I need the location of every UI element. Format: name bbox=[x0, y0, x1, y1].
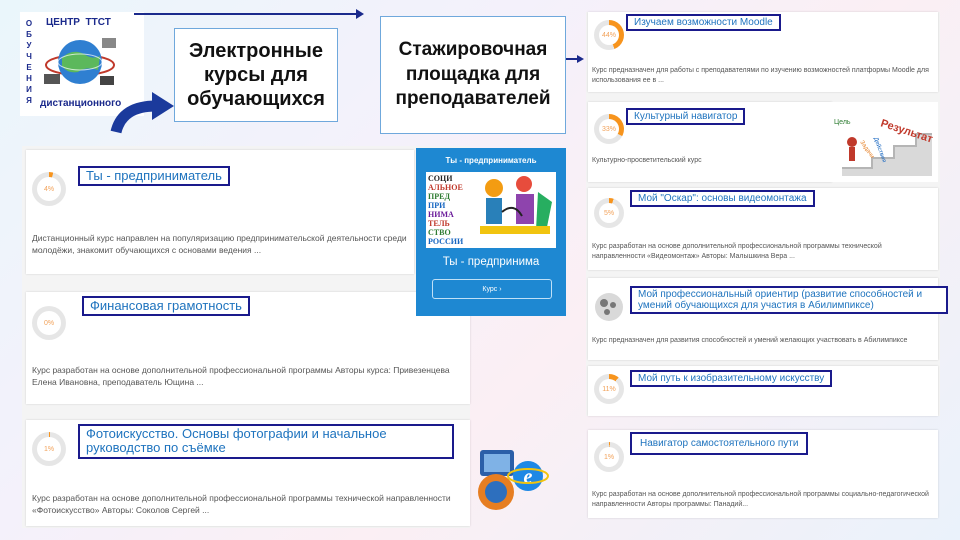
arrow-right-icon bbox=[134, 9, 364, 19]
course-description: Курс разработан на основе дополнительной… bbox=[32, 493, 451, 516]
children-drawing-icon bbox=[480, 176, 552, 234]
course-title-link[interactable]: Мой путь к изобразительному искусству bbox=[630, 370, 833, 387]
course-title-link[interactable]: Мой "Оскар": основы видеомонтажа bbox=[630, 190, 815, 207]
course-card[interactable]: 44% Изучаем возможности Moodle Курс пред… bbox=[588, 12, 938, 92]
heading-teachers: Стажировочная площадка для преподавателе… bbox=[380, 16, 566, 134]
promo-image: СОЦИ АЛЬНОЕ ПРЕД ПРИ НИМА ТЕЛЬ СТВО РОСС… bbox=[426, 172, 556, 248]
course-card[interactable]: 1% Навигатор самостоятельного пути Курс … bbox=[588, 430, 938, 518]
steps-illustration: Цель Задачи Действия Результат bbox=[834, 117, 935, 176]
logo-vertical-letters: О Б У Ч Е Н И Я bbox=[25, 19, 33, 105]
course-description: Курс предназначен для работы с преподава… bbox=[592, 67, 929, 85]
gear-icon bbox=[595, 293, 623, 321]
course-card[interactable]: 0% Финансовая грамотность Курс разработа… bbox=[26, 292, 470, 404]
progress-ring: 11% bbox=[594, 374, 624, 404]
course-card[interactable]: 1% Фотоискусство. Основы фотографии и на… bbox=[26, 420, 470, 526]
course-card[interactable]: 4% Ты - предприниматель Дистанционный ку… bbox=[26, 150, 414, 274]
course-description: Культурно-просветительский курс bbox=[592, 157, 702, 164]
course-title-link[interactable]: Финансовая грамотность bbox=[82, 296, 250, 317]
heading-students: Электронные курсы для обучающихся bbox=[174, 28, 338, 122]
course-title-link[interactable]: Культурный навигатор bbox=[626, 108, 746, 125]
svg-text:Задачи: Задачи bbox=[858, 140, 874, 160]
progress-ring: 5% bbox=[594, 198, 624, 228]
progress-ring: 0% bbox=[32, 306, 66, 340]
course-description: Курс разработан на основе дополнительной… bbox=[592, 491, 929, 509]
progress-ring: 1% bbox=[594, 442, 624, 472]
logo-top-text: ЦЕНТР ТТСТ bbox=[46, 17, 111, 28]
course-card[interactable]: 11% Мой путь к изобразительному искусств… bbox=[588, 366, 938, 416]
promo-course-button[interactable]: Курс › bbox=[432, 279, 552, 299]
course-card[interactable]: 33% Культурный навигатор Культурно-просв… bbox=[588, 102, 832, 182]
course-title-link[interactable]: Фотоискусство. Основы фотографии и начал… bbox=[78, 424, 454, 459]
curved-arrow-icon bbox=[110, 92, 174, 134]
promo-title: Ты - предпринима bbox=[442, 256, 540, 268]
promo-header: Ты - предприниматель bbox=[445, 156, 537, 165]
svg-text:Результат: Результат bbox=[879, 117, 935, 145]
course-description: Курс разработан на основе дополнительной… bbox=[32, 365, 450, 388]
progress-ring: 44% bbox=[594, 20, 624, 50]
arrow-right-icon bbox=[566, 55, 584, 63]
svg-text:Цель: Цель bbox=[834, 119, 851, 126]
course-card[interactable]: Мой профессиональный ориентир (развитие … bbox=[588, 278, 948, 360]
course-title-link[interactable]: Мой профессиональный ориентир (развитие … bbox=[630, 286, 948, 314]
course-title-link[interactable]: Навигатор самостоятельного пути bbox=[630, 432, 809, 455]
progress-ring: 1% bbox=[32, 432, 66, 466]
course-title-link[interactable]: Изучаем возможности Moodle bbox=[626, 14, 781, 31]
browser-icons: e bbox=[478, 450, 549, 510]
course-description: Курс разработан на основе дополнительной… bbox=[592, 243, 882, 261]
course-title-link[interactable]: Ты - предприниматель bbox=[78, 166, 230, 187]
course-card[interactable]: 5% Мой "Оскар": основы видеомонтажа Курс… bbox=[588, 188, 938, 270]
course-description: Дистанционный курс направлен на популяри… bbox=[32, 233, 407, 256]
progress-ring: 4% bbox=[32, 172, 66, 206]
course-description: Курс предназначен для развития способнос… bbox=[592, 337, 908, 344]
progress-ring: 33% bbox=[594, 114, 624, 144]
promo-card[interactable]: Ты - предприниматель СОЦИ АЛЬНОЕ ПРЕД ПР… bbox=[416, 148, 566, 316]
goal-result-image: Цель Задачи Действия Результат bbox=[832, 102, 938, 182]
globe-icon bbox=[44, 38, 116, 85]
